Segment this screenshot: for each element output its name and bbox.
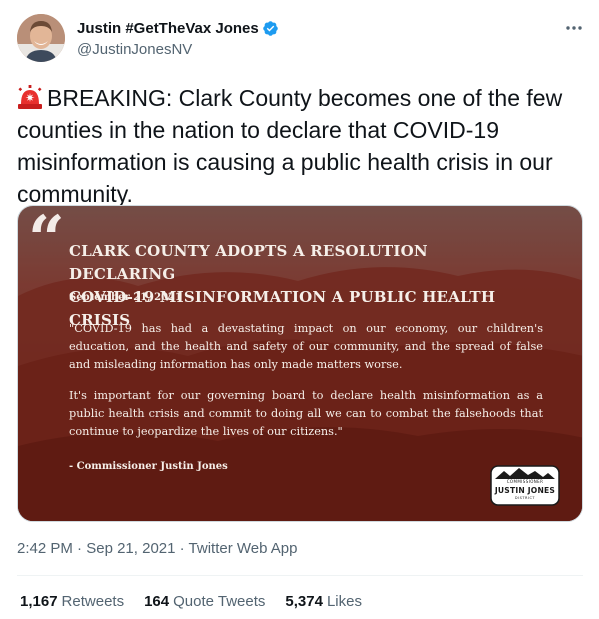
press-release-quote: "COVID-19 has had a devastating impact o… bbox=[69, 320, 543, 441]
quote-paragraph-2: It's important for our governing board t… bbox=[69, 389, 543, 438]
avatar[interactable] bbox=[17, 14, 65, 62]
tweet-metadata: 2:42 PM · Sep 21, 2021 · Twitter Web App bbox=[17, 540, 298, 557]
tweet-card: Justin #GetTheVax Jones @JustinJonesNV B… bbox=[0, 0, 599, 619]
author-name-row[interactable]: Justin #GetTheVax Jones bbox=[77, 20, 279, 37]
handle[interactable]: @JustinJonesNV bbox=[77, 41, 192, 58]
quote-mark-icon: “ bbox=[28, 205, 65, 277]
more-options-icon[interactable] bbox=[563, 18, 585, 38]
likes-count: 5,374 bbox=[285, 593, 323, 610]
retweets-stat[interactable]: 1,167 Retweets bbox=[20, 593, 124, 610]
tweet-image[interactable]: “ CLARK COUNTY ADOPTS A RESOLUTION DECLA… bbox=[17, 205, 583, 522]
meta-separator: · bbox=[77, 540, 87, 557]
likes-label: Likes bbox=[326, 593, 362, 610]
retweets-count: 1,167 bbox=[20, 593, 58, 610]
retweets-label: Retweets bbox=[61, 593, 125, 610]
tweet-body: BREAKING: Clark County becomes one of th… bbox=[17, 85, 563, 207]
tweet-text: BREAKING: Clark County becomes one of th… bbox=[17, 82, 582, 210]
press-release-title: CLARK COUNTY ADOPTS A RESOLUTION DECLARI… bbox=[69, 240, 539, 332]
quote-attribution: - Commissioner Justin Jones bbox=[69, 461, 228, 472]
tweet-stats: 1,167 Retweets 164 Quote Tweets 5,374 Li… bbox=[20, 593, 382, 610]
verified-badge-icon bbox=[262, 21, 278, 36]
quote-tweets-stat[interactable]: 164 Quote Tweets bbox=[144, 593, 265, 610]
logo-name-text: JUSTIN JONES bbox=[494, 486, 556, 495]
logo-bottom-text: DISTRICT bbox=[514, 496, 536, 500]
rotating-light-icon bbox=[18, 85, 42, 109]
divider bbox=[17, 575, 583, 576]
press-title-line-1: CLARK COUNTY ADOPTS A RESOLUTION DECLARI… bbox=[69, 242, 428, 283]
meta-separator: · bbox=[179, 540, 189, 557]
display-name[interactable]: Justin #GetTheVax Jones bbox=[77, 20, 259, 37]
logo-top-text: COMMISSIONER bbox=[506, 479, 544, 484]
likes-stat[interactable]: 5,374 Likes bbox=[285, 593, 362, 610]
tweet-source: Twitter Web App bbox=[188, 540, 298, 557]
tweet-date[interactable]: Sep 21, 2021 bbox=[86, 540, 175, 557]
quote-tweets-label: Quote Tweets bbox=[173, 593, 266, 610]
quote-paragraph-1: "COVID-19 has had a devastating impact o… bbox=[69, 322, 543, 371]
profile-photo-icon bbox=[17, 14, 65, 62]
tweet-time[interactable]: 2:42 PM bbox=[17, 540, 73, 557]
quote-tweets-count: 164 bbox=[144, 593, 170, 610]
press-release-date: September 21, 2021 bbox=[69, 292, 182, 303]
